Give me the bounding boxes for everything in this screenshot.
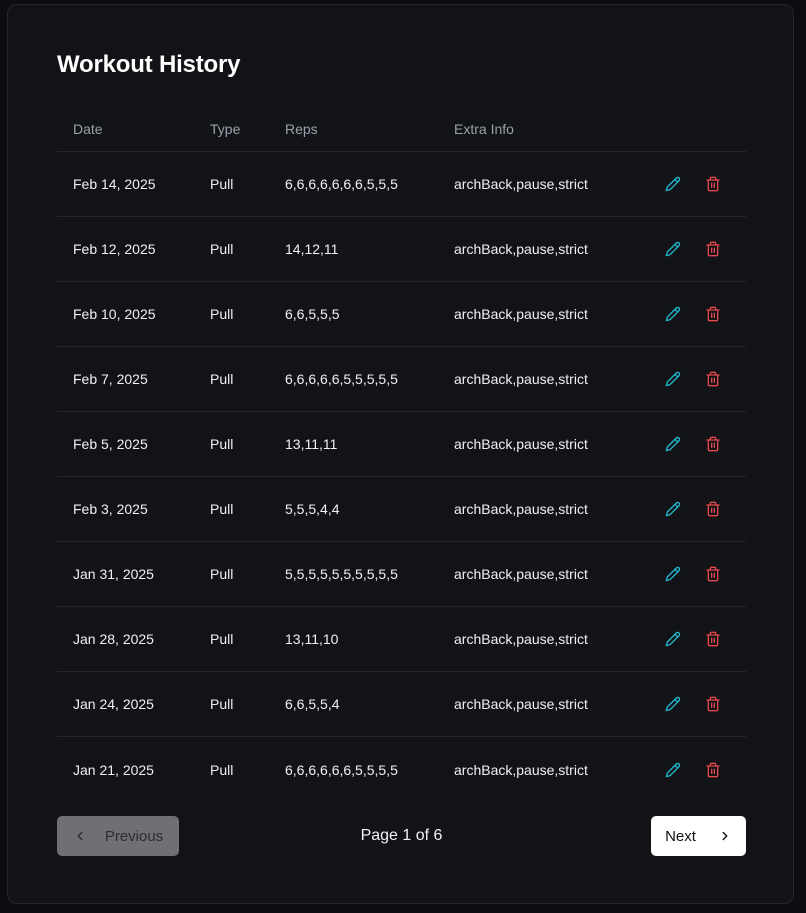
cell-reps: 13,11,10	[285, 631, 339, 647]
table-row: Jan 21, 2025 Pull 6,6,6,6,6,6,5,5,5,5 archB…	[57, 737, 746, 802]
pencil-icon[interactable]	[664, 435, 682, 453]
workout-history-card: Workout History Date Type Reps Extra Inf…	[7, 4, 794, 904]
row-actions	[664, 695, 722, 713]
row-actions	[664, 565, 722, 583]
cell-reps: 6,6,6,6,6,6,6,5,5,5	[285, 176, 398, 192]
cell-date: Feb 3, 2025	[73, 501, 148, 517]
row-actions	[664, 630, 722, 648]
cell-date: Feb 7, 2025	[73, 371, 148, 387]
cell-date: Feb 14, 2025	[73, 176, 156, 192]
table-row: Feb 14, 2025 Pull 6,6,6,6,6,6,6,5,5,5 archB…	[57, 152, 746, 217]
row-actions	[664, 761, 722, 779]
cell-reps: 6,6,6,6,6,6,5,5,5,5	[285, 761, 398, 778]
cell-type: Pull	[210, 436, 234, 452]
pencil-icon[interactable]	[664, 175, 682, 193]
column-header-date: Date	[73, 121, 103, 137]
table-row: Jan 24, 2025 Pull 6,6,5,5,4 archBack,pause,…	[57, 672, 746, 737]
previous-button[interactable]: Previous	[57, 816, 179, 856]
cell-type: Pull	[210, 371, 234, 387]
pencil-icon[interactable]	[664, 500, 682, 518]
row-actions	[664, 305, 722, 323]
trash-icon[interactable]	[704, 435, 722, 453]
cell-type: Pull	[210, 696, 234, 712]
cell-reps: 5,5,5,4,4	[285, 501, 340, 517]
cell-type: Pull	[210, 761, 234, 778]
cell-date: Jan 28, 2025	[73, 631, 154, 647]
pencil-icon[interactable]	[664, 565, 682, 583]
table-row: Feb 12, 2025 Pull 14,12,11 archBack,pause,s…	[57, 217, 746, 282]
table-row: Feb 7, 2025 Pull 6,6,6,6,6,5,5,5,5,5 archBa…	[57, 347, 746, 412]
cell-type: Pull	[210, 566, 234, 582]
cell-extra-info: archBack,pause,strict	[454, 176, 588, 192]
table-body: Feb 14, 2025 Pull 6,6,6,6,6,6,6,5,5,5 archB…	[57, 152, 746, 802]
pencil-icon[interactable]	[664, 240, 682, 258]
cell-extra-info: archBack,pause,strict	[454, 371, 588, 387]
table-row: Jan 28, 2025 Pull 13,11,10 archBack,pause,s…	[57, 607, 746, 672]
column-header-reps: Reps	[285, 121, 318, 137]
cell-type: Pull	[210, 241, 234, 257]
cell-date: Feb 12, 2025	[73, 241, 156, 257]
table-row: Jan 31, 2025 Pull 5,5,5,5,5,5,5,5,5,5 archB…	[57, 542, 746, 607]
trash-icon[interactable]	[704, 630, 722, 648]
pencil-icon[interactable]	[664, 630, 682, 648]
table-row: Feb 5, 2025 Pull 13,11,11 archBack,pause,st…	[57, 412, 746, 477]
trash-icon[interactable]	[704, 500, 722, 518]
table-row: Feb 3, 2025 Pull 5,5,5,4,4 archBack,pause,s…	[57, 477, 746, 542]
cell-reps: 6,6,5,5,4	[285, 696, 340, 712]
trash-icon[interactable]	[704, 240, 722, 258]
trash-icon[interactable]	[704, 565, 722, 583]
trash-icon[interactable]	[704, 761, 722, 779]
cell-extra-info: archBack,pause,strict	[454, 566, 588, 582]
cell-extra-info: archBack,pause,strict	[454, 696, 588, 712]
chevron-left-icon	[73, 829, 87, 843]
pencil-icon[interactable]	[664, 695, 682, 713]
cell-extra-info: archBack,pause,strict	[454, 306, 588, 322]
cell-extra-info: archBack,pause,strict	[454, 436, 588, 452]
cell-type: Pull	[210, 306, 234, 322]
cell-date: Jan 21, 2025	[73, 761, 154, 778]
chevron-right-icon	[718, 829, 732, 843]
column-header-extra-info: Extra Info	[454, 121, 514, 137]
cell-type: Pull	[210, 176, 234, 192]
cell-date: Feb 10, 2025	[73, 306, 156, 322]
table-row: Feb 10, 2025 Pull 6,6,5,5,5 archBack,pause,…	[57, 282, 746, 347]
cell-extra-info: archBack,pause,strict	[454, 761, 588, 778]
row-actions	[664, 175, 722, 193]
pencil-icon[interactable]	[664, 761, 682, 779]
cell-reps: 14,12,11	[285, 241, 339, 257]
cell-extra-info: archBack,pause,strict	[454, 501, 588, 517]
next-label: Next	[665, 827, 696, 845]
cell-reps: 6,6,5,5,5	[285, 306, 340, 322]
trash-icon[interactable]	[704, 370, 722, 388]
cell-reps: 6,6,6,6,6,5,5,5,5,5	[285, 371, 398, 387]
trash-icon[interactable]	[704, 175, 722, 193]
cell-type: Pull	[210, 501, 234, 517]
next-button[interactable]: Next	[651, 816, 746, 856]
column-header-type: Type	[210, 121, 241, 137]
trash-icon[interactable]	[704, 305, 722, 323]
cell-date: Jan 24, 2025	[73, 696, 154, 712]
workout-table: Date Type Reps Extra Info Feb 14, 2025 Pu…	[57, 107, 746, 802]
pagination: Previous Page 1 of 6 Next	[57, 816, 746, 856]
row-actions	[664, 500, 722, 518]
pencil-icon[interactable]	[664, 370, 682, 388]
trash-icon[interactable]	[704, 695, 722, 713]
pencil-icon[interactable]	[664, 305, 682, 323]
cell-date: Feb 5, 2025	[73, 436, 148, 452]
cell-extra-info: archBack,pause,strict	[454, 631, 588, 647]
row-actions	[664, 370, 722, 388]
row-actions	[664, 240, 722, 258]
cell-type: Pull	[210, 631, 234, 647]
cell-reps: 13,11,11	[285, 436, 338, 452]
previous-label: Previous	[104, 827, 164, 845]
cell-reps: 5,5,5,5,5,5,5,5,5,5	[285, 566, 398, 582]
page-title: Workout History	[57, 51, 241, 78]
table-header: Date Type Reps Extra Info	[57, 107, 746, 152]
row-actions	[664, 435, 722, 453]
cell-extra-info: archBack,pause,strict	[454, 241, 588, 257]
cell-date: Jan 31, 2025	[73, 566, 154, 582]
